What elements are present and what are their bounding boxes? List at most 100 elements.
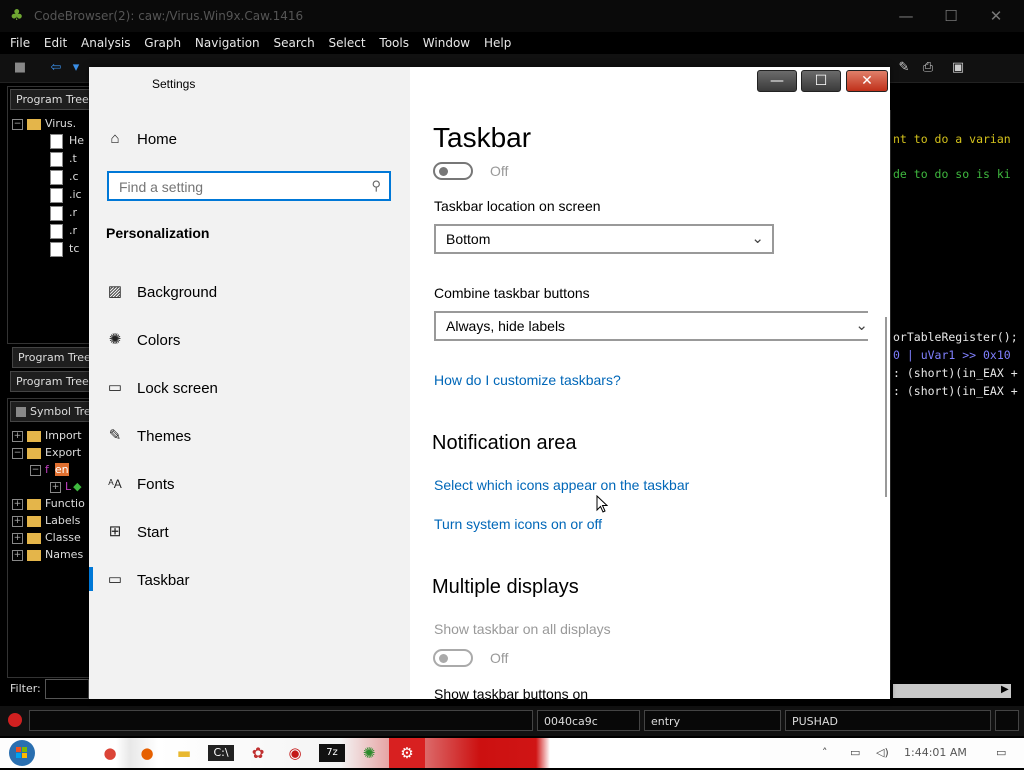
tree-item[interactable]: .r xyxy=(50,204,77,221)
symbol-item[interactable]: + Names xyxy=(12,546,83,563)
status-address: 0040ca9c xyxy=(537,710,640,731)
horizontal-scrollbar[interactable] xyxy=(893,684,1011,698)
save-icon[interactable]: ■ xyxy=(12,60,28,76)
file-explorer-icon[interactable]: ▬ xyxy=(171,741,197,765)
settings-search-box[interactable]: ⚲ xyxy=(107,171,391,201)
nav-item-start[interactable]: ⊞ Start xyxy=(106,523,396,545)
ghidra-minimize-button[interactable]: — xyxy=(886,4,926,28)
settings-close-button[interactable]: ✕ xyxy=(846,70,888,92)
nav-item-background[interactable]: ▨ Background xyxy=(106,283,396,305)
code-text: orTableRegister(); xyxy=(893,330,1018,344)
menu-select[interactable]: Select xyxy=(329,32,366,54)
menu-tools[interactable]: Tools xyxy=(379,32,409,54)
tree-item[interactable]: tc xyxy=(50,240,79,257)
content-scrollbar[interactable] xyxy=(885,317,887,497)
nav-home[interactable]: ⌂ Home xyxy=(106,130,386,150)
symbol-tree-panel: Symbol Tree + Import − Export − f en + L ◆ + Fu… xyxy=(7,398,94,678)
collapse-icon[interactable]: − xyxy=(30,464,41,476)
symbol-item[interactable]: − f en xyxy=(30,461,69,478)
settings-navigation: Settings ⌂ Home ⚲ Personalization ▨ Back… xyxy=(89,67,410,699)
tree-item[interactable]: .r xyxy=(50,222,77,239)
menu-help[interactable]: Help xyxy=(484,32,511,54)
tree-root[interactable]: − Virus. xyxy=(12,115,76,132)
collapse-icon[interactable]: − xyxy=(12,447,23,459)
clock[interactable]: 1:44:01 AM xyxy=(904,746,967,759)
menu-navigation[interactable]: Navigation xyxy=(195,32,260,54)
history-dropdown-icon[interactable]: ▾ xyxy=(68,60,84,76)
tree-item[interactable]: .t xyxy=(50,150,77,167)
tab-symbol-tree[interactable]: Symbol Tree xyxy=(10,401,94,422)
nav-item-colors[interactable]: ✺ Colors xyxy=(106,331,396,353)
settings-maximize-button[interactable]: ☐ xyxy=(801,70,841,92)
expand-icon[interactable]: + xyxy=(12,549,23,561)
symbol-item[interactable]: + L ◆ xyxy=(50,478,82,495)
edit-icon[interactable]: ✎ xyxy=(896,60,912,76)
back-icon[interactable]: ⇦ xyxy=(48,60,64,76)
menu-analysis[interactable]: Analysis xyxy=(81,32,130,54)
cmd-icon[interactable]: C:\ xyxy=(208,745,234,761)
toggle-switch[interactable] xyxy=(433,162,473,180)
system-icons-link[interactable]: Turn system icons on or off xyxy=(434,516,602,532)
nav-section-heading: Personalization xyxy=(106,225,210,241)
chrome-icon[interactable]: ● xyxy=(97,741,123,765)
expand-icon[interactable]: + xyxy=(50,481,61,493)
collapse-icon[interactable]: − xyxy=(12,118,23,130)
tree-item[interactable]: .ic xyxy=(50,186,82,203)
filter-input[interactable] xyxy=(45,679,89,699)
menu-window[interactable]: Window xyxy=(423,32,470,54)
start-button[interactable] xyxy=(2,739,42,767)
snapshot-icon[interactable]: ▣ xyxy=(950,60,966,76)
symbol-item[interactable]: − Export xyxy=(12,444,81,461)
search-input[interactable] xyxy=(117,177,361,197)
ghidra-close-button[interactable]: ✕ xyxy=(976,4,1016,28)
symbol-item[interactable]: + Functio xyxy=(12,495,85,512)
menu-search[interactable]: Search xyxy=(273,32,314,54)
nav-item-fonts[interactable]: ᴬA Fonts xyxy=(106,475,396,497)
code-line: : (short)(in_EAX + xyxy=(893,366,1018,380)
label-icon: ◆ xyxy=(73,480,82,493)
show-hidden-icons[interactable]: ˄ xyxy=(822,746,828,759)
nav-item-themes[interactable]: ✎ Themes xyxy=(106,427,396,449)
menu-edit[interactable]: Edit xyxy=(44,32,67,54)
nav-item-taskbar[interactable]: ▭ Taskbar xyxy=(106,571,396,593)
expand-icon[interactable]: + xyxy=(12,430,23,442)
tree-item[interactable]: He xyxy=(50,132,84,149)
symbol-item[interactable]: + Import xyxy=(12,427,82,444)
volume-icon[interactable]: ◁) xyxy=(876,746,889,759)
expand-icon[interactable]: + xyxy=(12,498,23,510)
folder-icon xyxy=(27,532,41,544)
nav-item-label: Themes xyxy=(137,428,192,445)
expand-icon[interactable]: + xyxy=(12,515,23,527)
tab-program-trees-2[interactable]: Program Trees xyxy=(10,371,100,392)
symbol-item[interactable]: + Labels xyxy=(12,512,80,529)
expand-icon[interactable]: + xyxy=(12,532,23,544)
tab-program-tree[interactable]: Program Tree xyxy=(12,347,100,368)
tab-program-trees[interactable]: Program Trees xyxy=(10,89,94,110)
settings-taskbar-icon[interactable]: ⚙ xyxy=(389,738,425,768)
ghidra-title-bar: ♣ CodeBrowser(2): caw:/Virus.Win9x.Caw.1… xyxy=(0,0,1024,32)
scroll-right-icon[interactable]: ▶ xyxy=(1001,684,1009,695)
select-icons-link[interactable]: Select which icons appear on the taskbar xyxy=(434,477,689,493)
settings-minimize-button[interactable]: — xyxy=(757,70,797,92)
menu-graph[interactable]: Graph xyxy=(144,32,181,54)
7zip-icon[interactable]: 7z xyxy=(319,744,345,762)
customize-taskbars-link[interactable]: How do I customize taskbars? xyxy=(434,372,621,388)
nav-item-lock-screen[interactable]: ▭ Lock screen xyxy=(106,379,396,401)
location-dropdown[interactable]: Bottom ⌄ xyxy=(434,224,774,254)
nav-item-label: Background xyxy=(137,284,218,301)
ghidra-maximize-button[interactable]: ☐ xyxy=(931,4,971,28)
show-all-displays-toggle[interactable] xyxy=(433,649,473,667)
paint-icon[interactable]: ✿ xyxy=(245,741,271,765)
opera-icon[interactable]: ◉ xyxy=(282,741,308,765)
ghidra-taskbar-icon[interactable]: ✺ xyxy=(356,741,382,765)
firefox-icon[interactable]: ● xyxy=(134,741,160,765)
network-icon[interactable]: ▭ xyxy=(850,746,860,759)
print-icon[interactable]: ⎙ xyxy=(920,60,936,76)
symbol-item[interactable]: + Classe xyxy=(12,529,81,546)
code-line: orTableRegister(); xyxy=(893,330,1018,344)
notifications-icon[interactable]: ▭ xyxy=(996,746,1006,759)
combine-dropdown[interactable]: Always, hide labels ⌄ xyxy=(434,311,868,341)
tree-item[interactable]: .c xyxy=(50,168,79,185)
chevron-down-icon: ⌄ xyxy=(855,317,868,334)
menu-file[interactable]: File xyxy=(10,32,30,54)
